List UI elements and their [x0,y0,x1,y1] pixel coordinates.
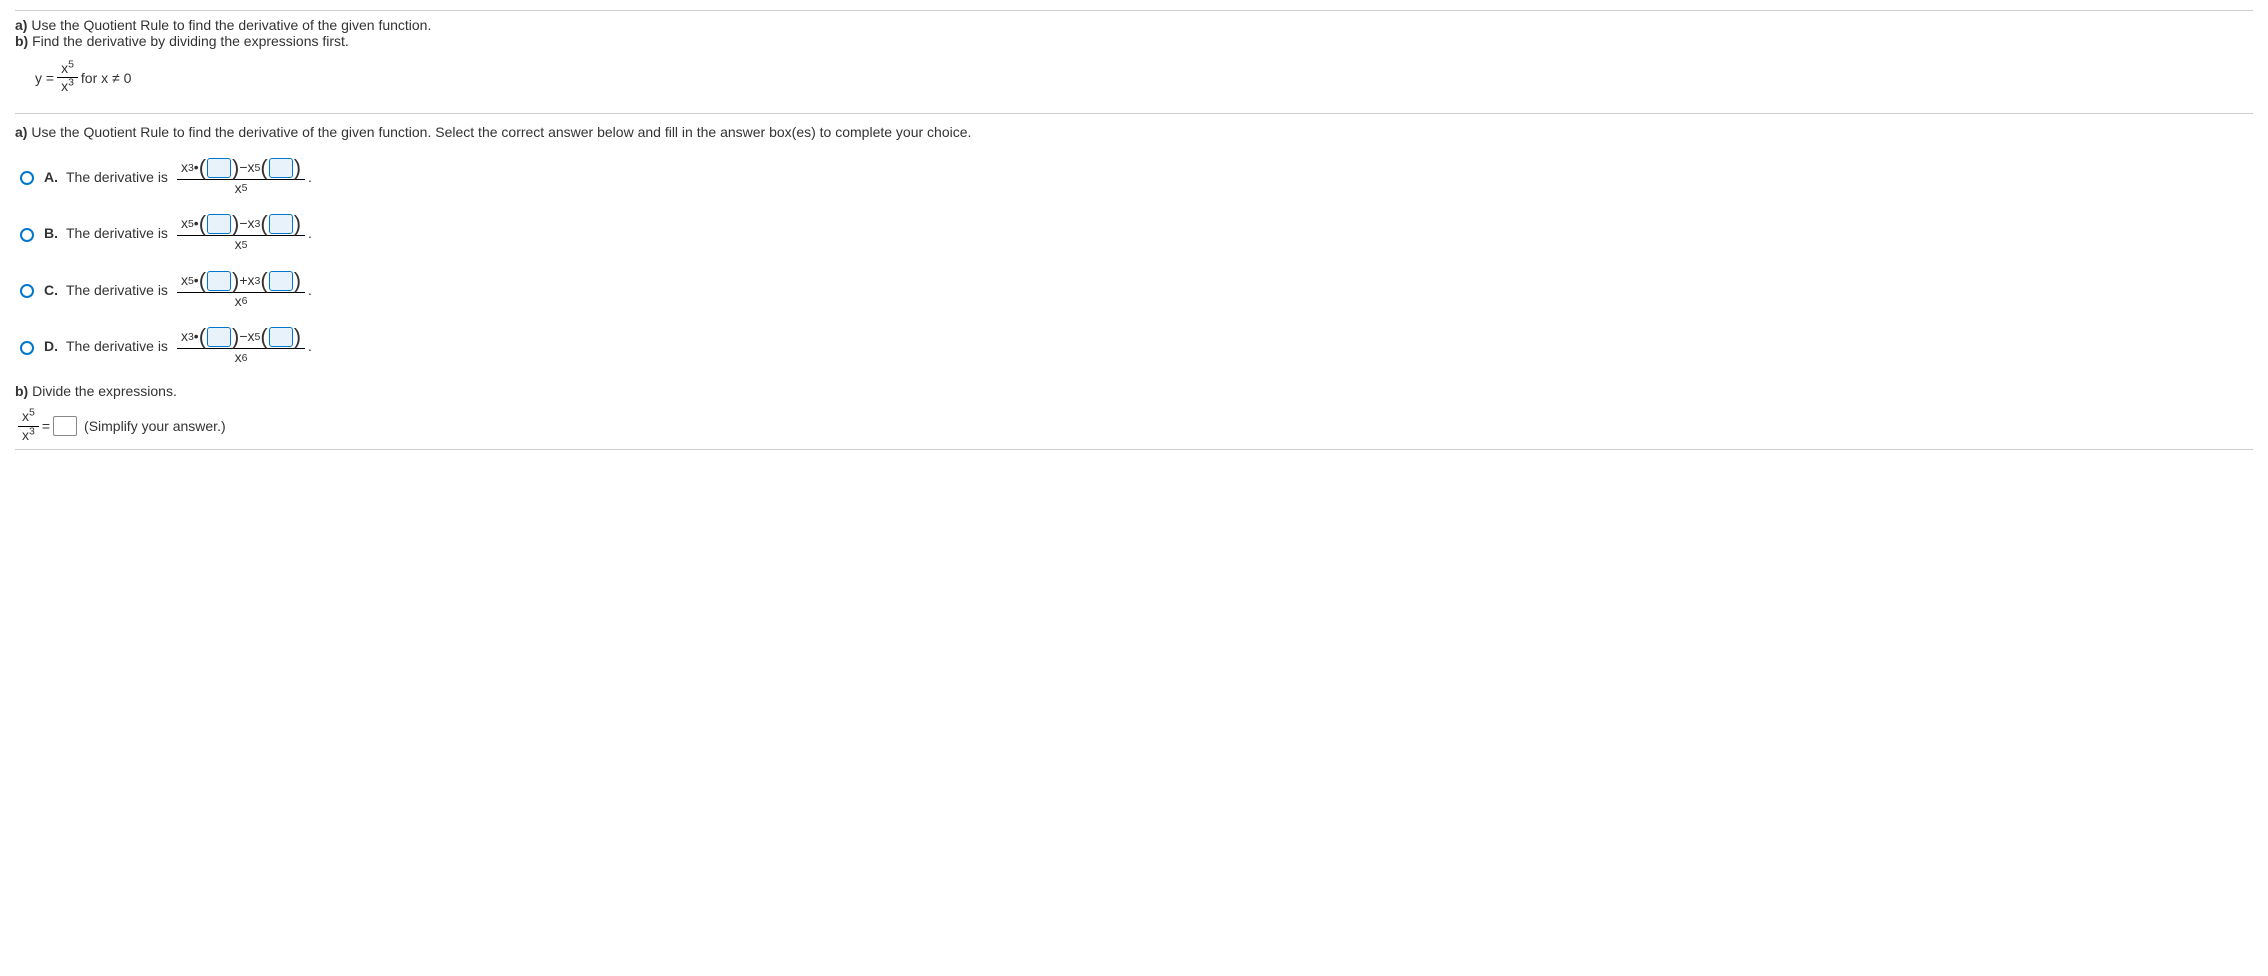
choice-c-radio[interactable] [20,284,34,298]
choice-b-input-1[interactable] [207,214,231,234]
choice-b-row: B. The derivative is x5 • () − x3 () x5 … [15,214,2253,252]
choice-b-input-2[interactable] [269,214,293,234]
choice-d-letter: D. [44,338,58,354]
eq-fraction: x5 x3 [57,61,78,95]
part-b-equals: = [42,418,50,434]
choice-c-fraction: x5 • () + x3 () x6 [177,271,305,309]
choice-b-fraction: x5 • () − x3 () x5 [177,214,305,252]
part-b-prompt-text: Divide the expressions. [28,383,177,399]
choice-d-input-1[interactable] [207,327,231,347]
problem-statement: a) Use the Quotient Rule to find the der… [15,10,2253,114]
choice-d-radio[interactable] [20,341,34,355]
choice-a-row: A. The derivative is x3 • () − x5 () x5 … [15,158,2253,196]
choice-a-fraction: x3 • () − x5 () x5 [177,158,305,196]
part-b-equation: x5 x3 = (Simplify your answer.) [15,409,2253,443]
choice-c-text: The derivative is [66,282,168,298]
choice-a-text: The derivative is [66,169,168,185]
part-b-text: Find the derivative by dividing the expr… [28,33,349,49]
choice-c-input-2[interactable] [269,271,293,291]
part-a-label: a) [15,17,27,33]
part-a-section: a) Use the Quotient Rule to find the der… [15,114,2253,450]
choice-c-letter: C. [44,282,58,298]
part-a-text: Use the Quotient Rule to find the deriva… [27,17,431,33]
part-b-prompt-label: b) [15,383,28,399]
choice-a-letter: A. [44,169,58,185]
choice-a-input-2[interactable] [269,158,293,178]
part-a-prompt-label: a) [15,124,27,140]
part-b-fraction: x5 x3 [18,409,39,443]
part-b-label: b) [15,33,28,49]
choice-c-row: C. The derivative is x5 • () + x3 () x6 … [15,271,2253,309]
choice-c-period: . [308,282,312,298]
function-equation: y = x5 x3 for x ≠ 0 [35,61,2253,95]
part-b-hint: (Simplify your answer.) [84,418,226,434]
choice-b-period: . [308,225,312,241]
choice-d-text: The derivative is [66,338,168,354]
choice-d-input-2[interactable] [269,327,293,347]
choice-a-period: . [308,169,312,185]
choice-a-input-1[interactable] [207,158,231,178]
choice-a-radio[interactable] [20,171,34,185]
choice-b-letter: B. [44,225,58,241]
choice-d-row: D. The derivative is x3 • () − x5 () x6 … [15,327,2253,365]
part-b-answer-input[interactable] [53,416,77,436]
choice-c-input-1[interactable] [207,271,231,291]
choice-d-fraction: x3 • () − x5 () x6 [177,327,305,365]
eq-condition: for x ≠ 0 [81,70,131,86]
choice-b-text: The derivative is [66,225,168,241]
part-a-prompt-text: Use the Quotient Rule to find the deriva… [27,124,971,140]
eq-y: y = [35,70,54,86]
choice-d-period: . [308,338,312,354]
choice-b-radio[interactable] [20,228,34,242]
